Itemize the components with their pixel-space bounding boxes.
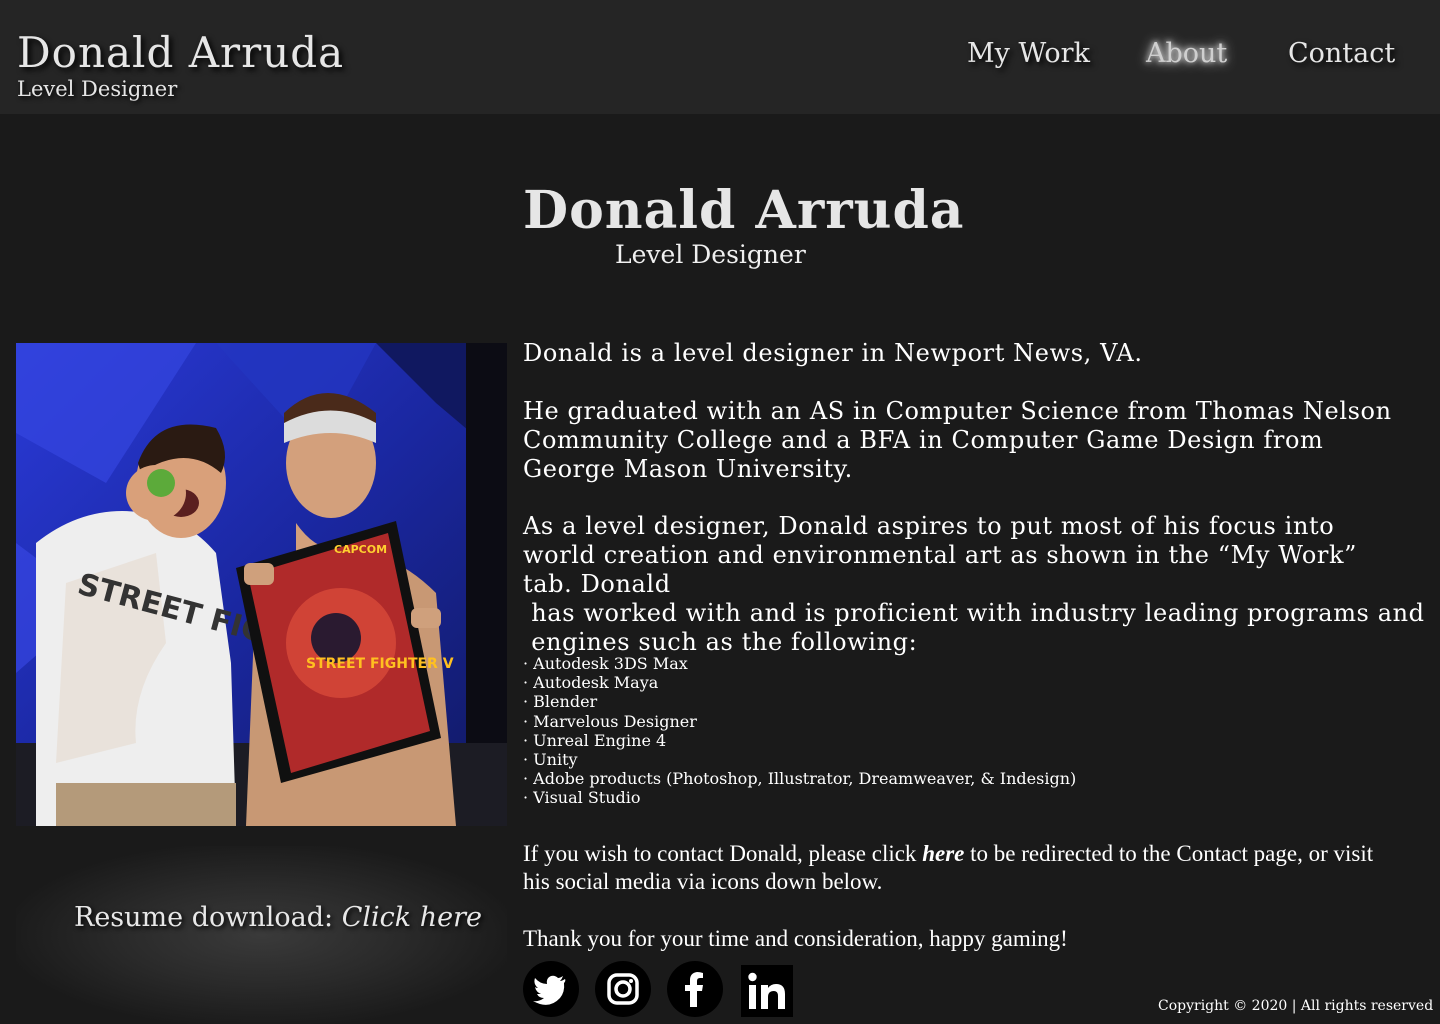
resume-download-link[interactable]: Click here [342, 902, 482, 933]
resume-glow-panel [16, 846, 507, 1024]
bio-focus: As a level designer, Donald aspires to p… [523, 512, 1424, 657]
site-subtitle: Level Designer [17, 77, 178, 101]
bio-focus-line-1: As a level designer, Donald aspires to p… [523, 512, 1357, 598]
list-item: · Blender [523, 692, 598, 712]
bio-location: Donald is a level designer in Newport Ne… [523, 339, 1143, 367]
copyright-text: Copyright © 2020 | All rights reserved [1158, 998, 1434, 1014]
list-item: · Unity [523, 750, 578, 770]
facebook-icon[interactable] [667, 961, 723, 1017]
list-item: · Unreal Engine 4 [523, 730, 667, 750]
contact-here-link[interactable]: here [922, 841, 964, 866]
profile-photo: STREET FIGHTER 30 CAPCOM STREET FIGHTER … [16, 343, 507, 826]
contact-paragraph: If you wish to contact Donald, please cl… [523, 840, 1403, 896]
thanks-message: Thank you for your time and consideratio… [523, 926, 1068, 951]
resume-download: Resume download: Click here [74, 902, 482, 933]
resume-label: Resume download: [74, 902, 342, 933]
bio-education: He graduated with an AS in Computer Scie… [523, 397, 1392, 483]
nav-about[interactable]: About [1146, 38, 1227, 69]
instagram-icon[interactable] [595, 961, 651, 1017]
twitter-icon[interactable] [523, 961, 579, 1017]
page-subtitle: Level Designer [615, 240, 806, 269]
nav-contact[interactable]: Contact [1288, 38, 1395, 69]
nav-my-work[interactable]: My Work [967, 38, 1090, 69]
list-item: · Autodesk Maya [523, 673, 659, 693]
poster-brand: CAPCOM [334, 543, 387, 556]
list-item: · Marvelous Designer [523, 711, 697, 731]
top-navigation-bar: Donald Arruda Level Designer My Work Abo… [0, 0, 1440, 114]
page-title: Donald Arruda [523, 180, 965, 241]
contact-text-before: If you wish to contact Donald, please cl… [523, 841, 923, 866]
list-item: · Visual Studio [523, 788, 641, 808]
site-title[interactable]: Donald Arruda [17, 28, 344, 77]
bio-focus-line-2: has worked with and is proficient with i… [523, 599, 1425, 627]
bio-focus-line-3: engines such as the following: [523, 628, 918, 656]
linkedin-icon[interactable] [741, 965, 793, 1017]
poster-title: STREET FIGHTER V [306, 656, 454, 672]
skills-list: · Autodesk 3DS Max · Autodesk Maya · Ble… [523, 654, 1076, 808]
list-item: · Adobe products (Photoshop, Illustrator… [523, 769, 1077, 789]
list-item: · Autodesk 3DS Max [523, 654, 688, 673]
